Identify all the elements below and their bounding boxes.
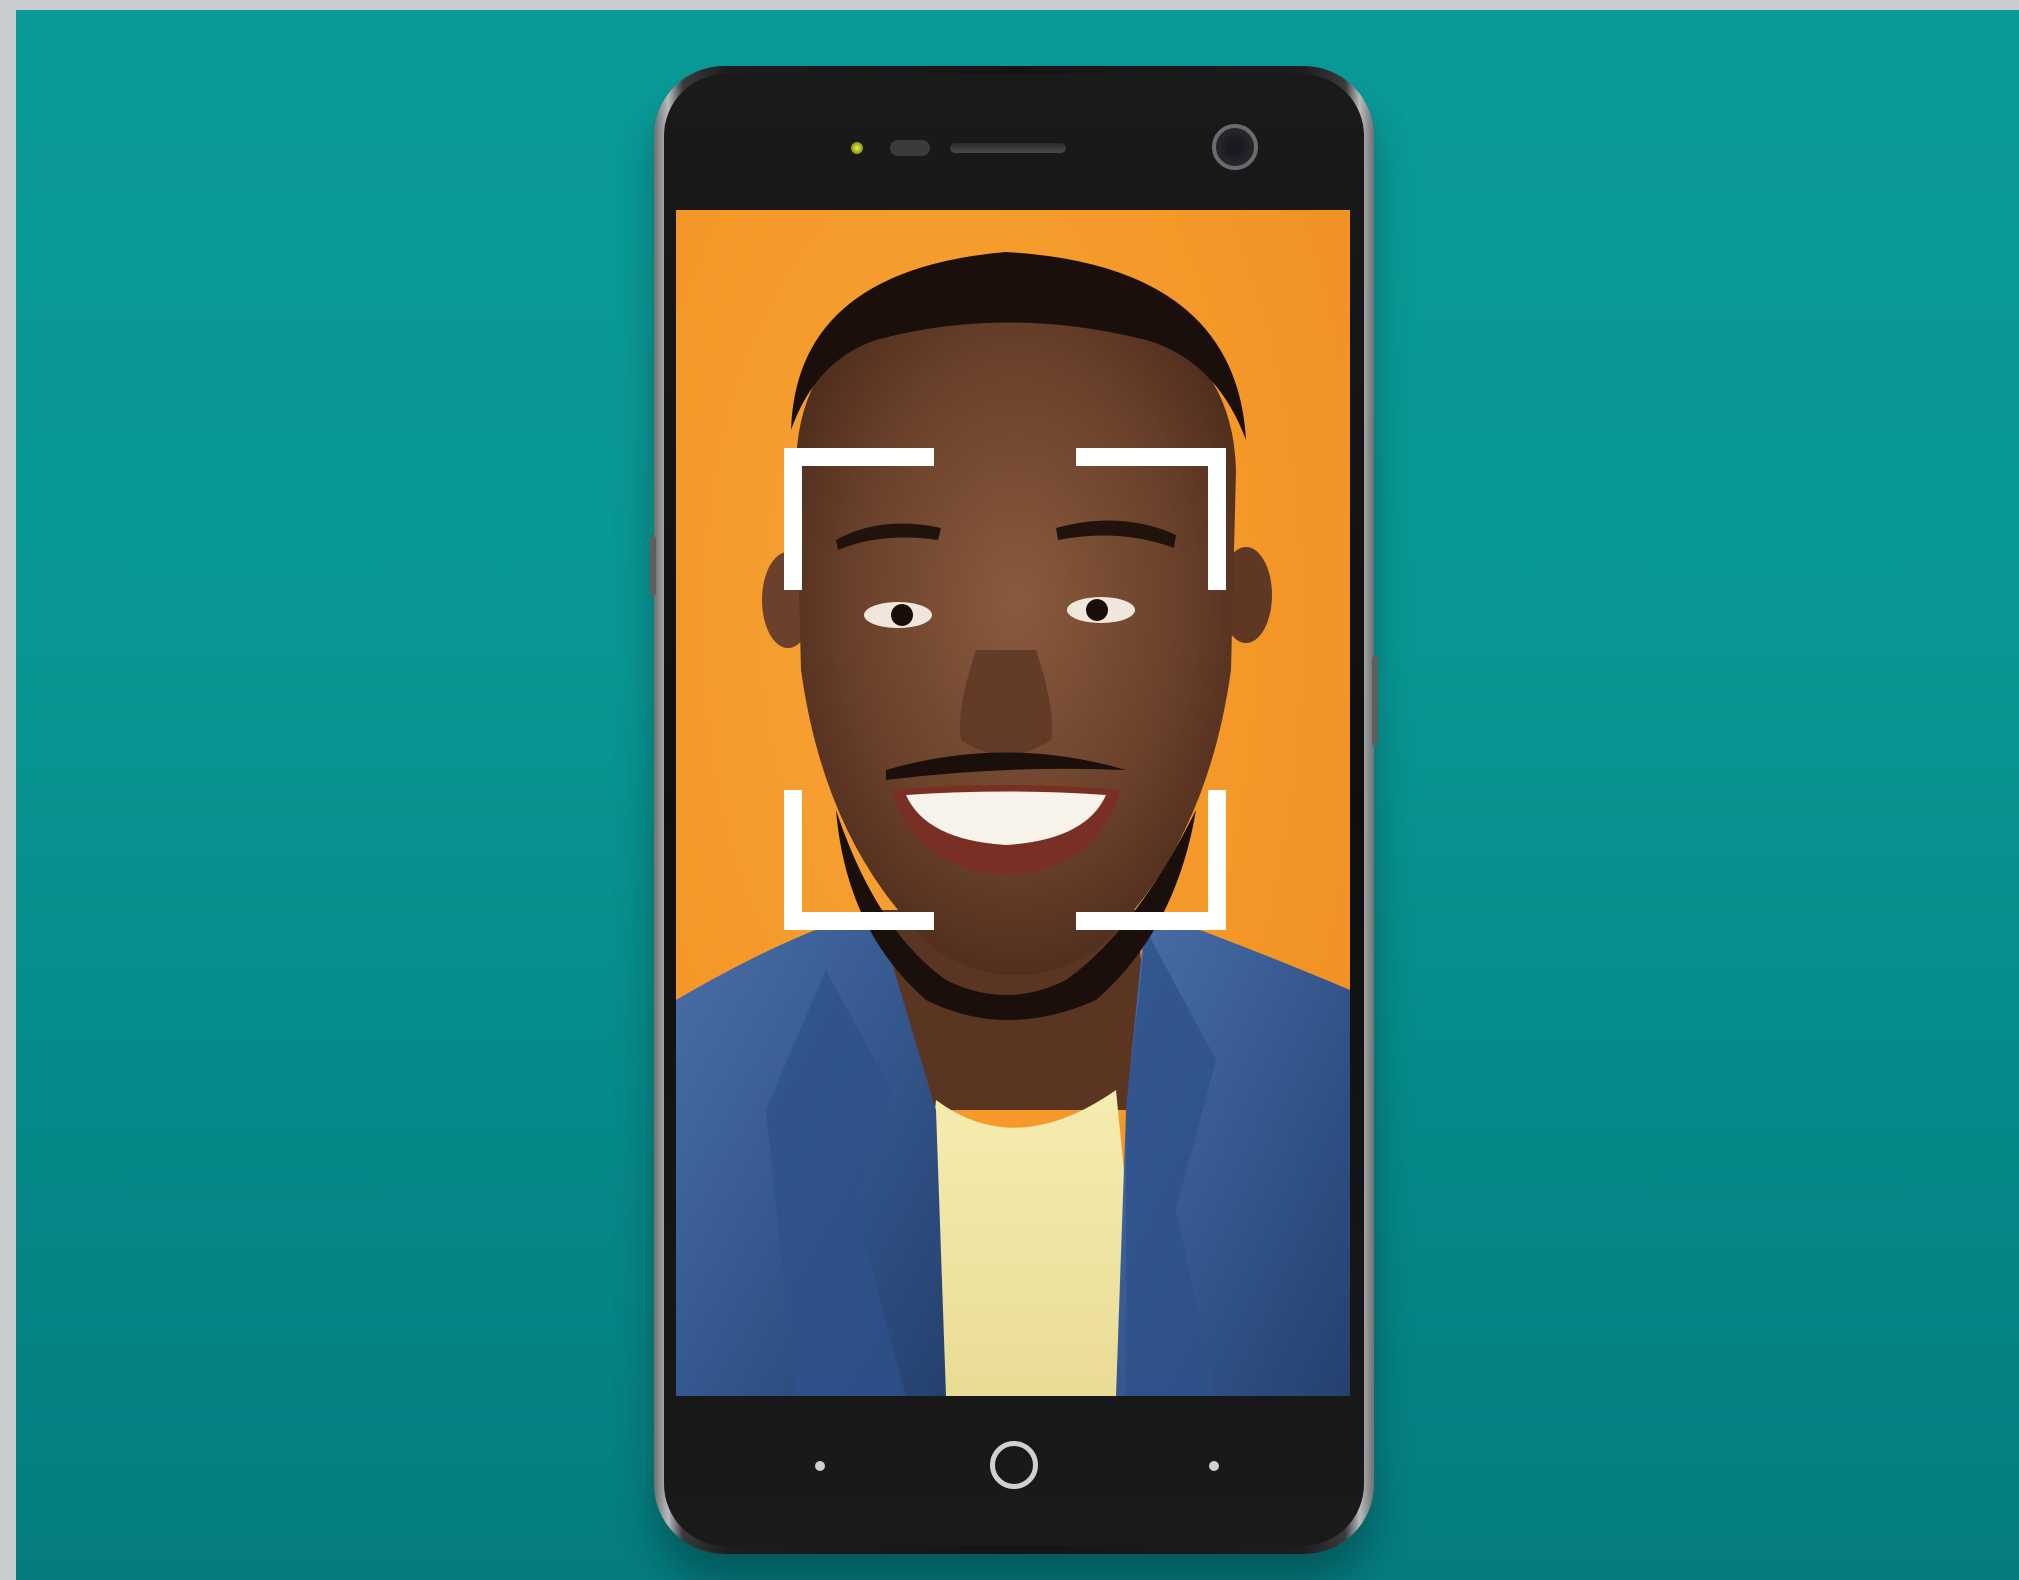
volume-button (650, 536, 656, 596)
teal-background (16, 10, 2019, 1580)
back-button-icon[interactable] (815, 1461, 825, 1471)
phone-screen[interactable] (676, 210, 1350, 1396)
nose (960, 650, 1052, 755)
portrait-photo (676, 252, 1350, 1396)
notification-led (851, 142, 863, 154)
earpiece-speaker (950, 143, 1066, 153)
home-button-icon[interactable] (990, 1441, 1038, 1489)
proximity-sensor (890, 140, 930, 156)
front-camera-icon (1212, 124, 1258, 170)
recent-apps-button-icon[interactable] (1209, 1461, 1219, 1471)
power-button (1372, 656, 1378, 746)
smartphone (650, 66, 1378, 1554)
